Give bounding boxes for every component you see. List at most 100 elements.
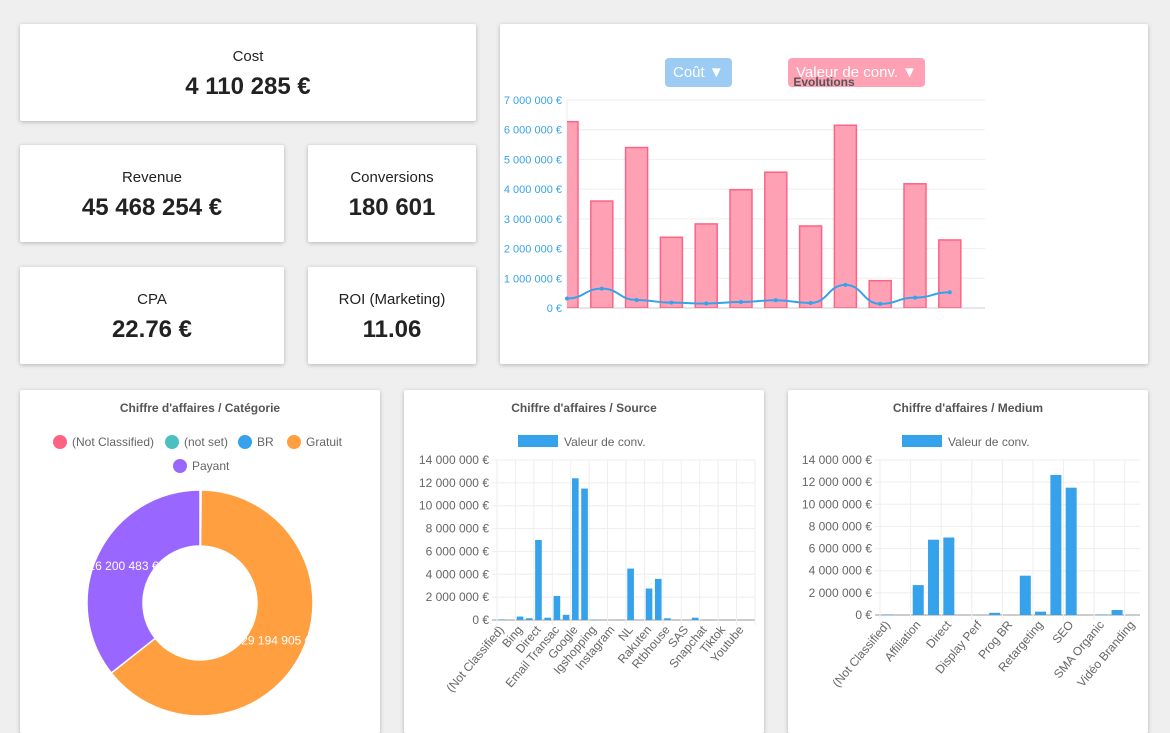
bar-Valeur de conv. [833, 124, 858, 308]
y-tick-label: 6 000 000 € [426, 544, 490, 558]
bar [572, 478, 579, 620]
legend-label: Valeur de conv. [564, 435, 646, 449]
y-tick-label: 14 000 000 € [419, 453, 489, 467]
y-tick-label: 6 000 000 € [504, 125, 562, 137]
bar [525, 618, 533, 620]
bar [691, 617, 699, 620]
bar [1111, 610, 1123, 615]
legend-swatch [53, 435, 67, 449]
slice-Payant [86, 489, 201, 675]
bar-Valeur de conv. [903, 183, 927, 308]
line-point [913, 295, 917, 300]
y-tick-label: 10 000 000 € [419, 499, 489, 513]
y-tick-label: 6 000 000 € [809, 542, 873, 556]
bar [1019, 575, 1031, 615]
kpi-label: Conversions [350, 169, 434, 186]
y-tick-label: 0 € [472, 613, 489, 627]
y-tick-label: 8 000 000 € [426, 522, 490, 536]
x-tick-label: SEO [1049, 618, 1076, 646]
legend-label: Valeur de conv. [948, 435, 1030, 449]
source-bar-chart: Valeur de conv. 0 € 2 000 000 € 4 000 000 €… [419, 435, 756, 695]
evolutions-chart: 0 € 1 000 000 € 2 000 000 € 3 000 000 € 4 00… [504, 95, 985, 315]
y-tick-label: 12 000 000 € [802, 475, 872, 489]
bar-Valeur de conv. [624, 146, 649, 308]
y-tick-label: 4 000 000 € [426, 567, 490, 581]
legend-label: Payant [192, 459, 230, 473]
y-tick-label: 3 000 000 € [504, 214, 562, 226]
legend-label: (not set) [184, 435, 228, 449]
kpi-value: 4 110 285 € [185, 73, 311, 100]
bar-Valeur de conv. [798, 225, 823, 308]
kpi-revenue: Revenue 45 468 254 € [20, 145, 284, 242]
bar [882, 614, 894, 615]
line-point [739, 300, 743, 305]
line-point [808, 300, 813, 305]
y-tick-label: 12 000 000 € [419, 476, 489, 490]
evolutions-card: Coût ▼ Valeur de conv. ▼ Evolutions 0 €1… [500, 24, 1148, 364]
bar-Valeur de conv. [694, 223, 718, 308]
legend-swatch [173, 459, 187, 473]
bar-Valeur de conv. [938, 239, 962, 308]
y-tick-label: 4 000 000 € [504, 184, 562, 196]
bar [943, 537, 955, 615]
line-point [704, 301, 709, 306]
legend-label: Gratuit [306, 435, 343, 449]
legend-swatch [518, 435, 558, 447]
kpi-value: 45 468 254 € [81, 194, 223, 221]
bar-Valeur de conv. [729, 188, 753, 308]
kpi-roi: ROI (Marketing) 11.06 [308, 267, 476, 364]
kpi-label: Revenue [121, 169, 183, 186]
bar [581, 488, 588, 620]
kpi-value: 180 601 [348, 194, 436, 221]
kpi-conversions: Conversions 180 601 [308, 145, 476, 242]
y-tick-label: 8 000 000 € [809, 519, 873, 533]
bar-Valeur de conv. [590, 200, 614, 308]
slice-label: 29 194 905 € [241, 633, 311, 647]
legend-swatch [238, 435, 252, 449]
bar [535, 540, 542, 620]
y-tick-label: 14 000 000 € [802, 453, 872, 467]
y-tick-label: 0 € [547, 303, 562, 315]
bar [645, 588, 653, 620]
bar [553, 596, 561, 620]
kpi-value: 22.76 € [111, 316, 193, 343]
kpi-label: ROI (Marketing) [338, 291, 446, 308]
line-point [773, 298, 778, 303]
line-point [947, 290, 952, 295]
bar [1065, 487, 1077, 615]
bar-Valeur de conv. [764, 171, 788, 308]
bar [912, 585, 924, 615]
category-donut-chart: (Not Classified) (not set) BR Gratuit Payant… [53, 435, 343, 717]
medium-card: Chiffre d'affaires / Medium Valeur de co… [788, 390, 1148, 733]
source-card: Chiffre d'affaires / Source Valeur de co… [404, 390, 764, 733]
line-point [565, 296, 569, 301]
bar [989, 612, 1001, 615]
y-tick-label: 2 000 000 € [504, 244, 562, 256]
y-tick-label: 0 € [855, 608, 872, 622]
bar [1035, 611, 1047, 615]
y-tick-label: 2 000 000 € [426, 590, 490, 604]
y-tick-label: 7 000 000 € [504, 95, 562, 107]
line-point [634, 297, 639, 302]
line-point [599, 286, 604, 291]
category-card: Chiffre d'affaires / Catégorie (Not Clas… [20, 390, 380, 733]
kpi-label: CPA [137, 291, 167, 308]
bar [654, 578, 662, 620]
legend-label: BR [257, 435, 274, 449]
legend-swatch [287, 435, 301, 449]
bar-Valeur de conv. [659, 236, 684, 308]
y-tick-label: 4 000 000 € [809, 564, 873, 578]
y-tick-label: 2 000 000 € [809, 586, 873, 600]
bar [1050, 474, 1062, 615]
line-point [843, 282, 848, 287]
slice-label: 16 200 483 € [88, 559, 158, 573]
kpi-label: Cost [232, 48, 264, 65]
y-tick-label: 1 000 000 € [504, 273, 562, 285]
bar [498, 619, 505, 620]
bar [562, 614, 570, 620]
x-tick-label: (Not Classified) [443, 623, 506, 695]
bar [544, 617, 551, 620]
bar [516, 616, 524, 620]
line-point [878, 301, 883, 306]
legend-label: (Not Classified) [72, 435, 154, 449]
